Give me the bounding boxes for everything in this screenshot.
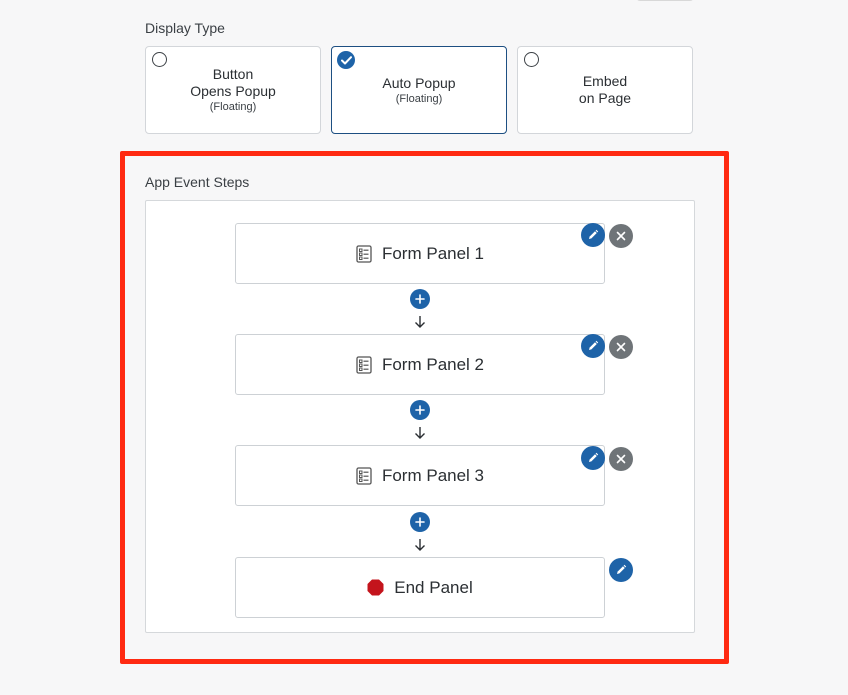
close-icon bbox=[616, 342, 626, 352]
radio-checked-icon[interactable] bbox=[337, 51, 355, 69]
add-step-button[interactable] bbox=[410, 289, 430, 309]
display-type-option-button-popup[interactable]: Button Opens Popup (Floating) bbox=[145, 46, 321, 134]
option-subtext: (Floating) bbox=[395, 92, 443, 105]
delete-panel-1-button[interactable] bbox=[609, 224, 633, 248]
display-type-option-embed[interactable]: Embed on Page bbox=[517, 46, 693, 134]
option-line: Button bbox=[212, 66, 254, 82]
add-step-button[interactable] bbox=[410, 400, 430, 420]
option-line: Embed bbox=[582, 73, 628, 89]
panel-title: Form Panel 3 bbox=[381, 465, 485, 485]
form-list-icon bbox=[356, 244, 372, 263]
option-line: Auto Popup bbox=[382, 74, 456, 91]
top-edge-element bbox=[636, 0, 694, 1]
pencil-icon bbox=[589, 452, 599, 462]
step-panel-form-3[interactable]: Form Panel 3 bbox=[235, 445, 605, 506]
option-line: Opens Popup bbox=[190, 83, 276, 99]
delete-panel-2-button[interactable] bbox=[609, 335, 633, 359]
plus-icon bbox=[415, 294, 425, 304]
close-icon bbox=[616, 454, 626, 464]
option-line: on Page bbox=[578, 90, 632, 106]
display-type-label: Display Type bbox=[145, 20, 225, 36]
radio-unchecked-icon[interactable] bbox=[152, 52, 167, 67]
down-arrow-icon bbox=[415, 427, 425, 439]
form-list-icon bbox=[356, 355, 372, 374]
edit-panel-3-button[interactable] bbox=[581, 446, 605, 470]
edit-end-panel-button[interactable] bbox=[609, 558, 633, 582]
panel-title: End Panel bbox=[394, 577, 473, 597]
display-type-option-auto-popup[interactable]: Auto Popup (Floating) bbox=[331, 46, 507, 134]
checkmark-icon bbox=[340, 55, 352, 64]
plus-icon bbox=[415, 405, 425, 415]
step-panel-end[interactable]: End Panel bbox=[235, 557, 605, 618]
panel-title: Form Panel 1 bbox=[381, 243, 485, 263]
down-arrow-icon bbox=[415, 316, 425, 328]
step-panel-form-1[interactable]: Form Panel 1 bbox=[235, 223, 605, 284]
form-list-icon bbox=[356, 466, 372, 485]
close-icon bbox=[616, 231, 626, 241]
edit-panel-2-button[interactable] bbox=[581, 334, 605, 358]
option-subtext: (Floating) bbox=[209, 101, 257, 113]
down-arrow-icon bbox=[415, 539, 425, 551]
pencil-icon bbox=[589, 340, 599, 350]
app-event-steps-label: App Event Steps bbox=[145, 174, 250, 190]
radio-unchecked-icon[interactable] bbox=[524, 52, 539, 67]
pencil-icon bbox=[617, 564, 627, 574]
panel-title: Form Panel 2 bbox=[381, 354, 485, 374]
plus-icon bbox=[415, 517, 425, 527]
pencil-icon bbox=[589, 229, 599, 239]
add-step-button[interactable] bbox=[410, 512, 430, 532]
step-panel-form-2[interactable]: Form Panel 2 bbox=[235, 334, 605, 395]
stop-octagon-icon bbox=[367, 579, 384, 596]
edit-panel-1-button[interactable] bbox=[581, 223, 605, 247]
delete-panel-3-button[interactable] bbox=[609, 447, 633, 471]
